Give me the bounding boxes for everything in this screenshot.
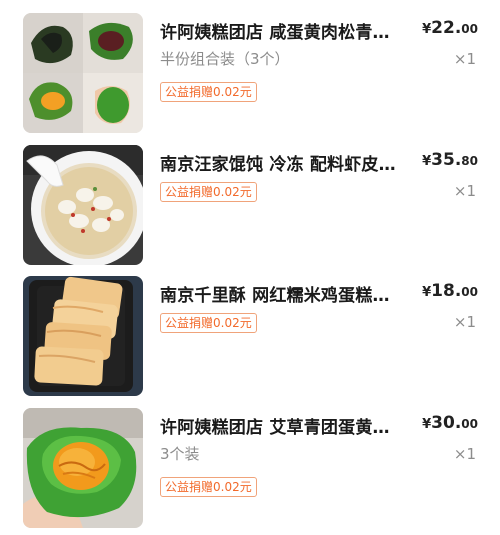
wonton-soup-photo-icon[interactable] — [23, 145, 143, 265]
item-spec: 3个装 — [160, 445, 200, 463]
order-item-list: 许阿姨糕团店 咸蛋黄肉松青团网红... 半份组合装（3个） 公益捐赠0.02元 … — [0, 0, 500, 535]
item-spec: 半份组合装（3个） — [160, 50, 290, 68]
qingtuan-yolk-photo-icon[interactable] — [23, 408, 143, 528]
currency-symbol: ¥ — [422, 154, 432, 169]
item-quantity: ×1 — [453, 50, 476, 68]
price-decimal: 00 — [461, 417, 478, 431]
price-decimal: 00 — [461, 22, 478, 36]
price-decimal: 00 — [461, 285, 478, 299]
order-item[interactable]: 许阿姨糕团店 艾草青团蛋黄肉松... 3个装 公益捐赠0.02元 ¥30.00 … — [0, 405, 500, 535]
item-title[interactable]: 南京千里酥 网红糯米鸡蛋糕早餐... — [160, 281, 400, 306]
charity-badge: 公益捐赠0.02元 — [160, 182, 257, 202]
item-quantity: ×1 — [453, 182, 476, 200]
price-integer: 18. — [431, 281, 462, 301]
price-integer: 30. — [431, 413, 462, 433]
currency-symbol: ¥ — [422, 285, 432, 300]
item-title[interactable]: 许阿姨糕团店 艾草青团蛋黄肉松... — [160, 413, 400, 438]
price-integer: 35. — [431, 150, 462, 170]
item-price: ¥30.00 — [422, 413, 478, 433]
currency-symbol: ¥ — [422, 417, 432, 432]
item-quantity: ×1 — [453, 313, 476, 331]
charity-badge: 公益捐赠0.02元 — [160, 82, 257, 102]
charity-badge: 公益捐赠0.02元 — [160, 477, 257, 497]
item-title[interactable]: 南京汪家馄饨 冷冻 配料虾皮紫菜... — [160, 150, 400, 175]
price-integer: 22. — [431, 18, 462, 38]
charity-badge: 公益捐赠0.02元 — [160, 313, 257, 333]
item-quantity: ×1 — [453, 445, 476, 463]
currency-symbol: ¥ — [422, 22, 432, 37]
item-price: ¥18.00 — [422, 281, 478, 301]
item-title[interactable]: 许阿姨糕团店 咸蛋黄肉松青团网红... — [160, 18, 400, 43]
order-item[interactable]: 南京千里酥 网红糯米鸡蛋糕早餐... 公益捐赠0.02元 ¥18.00 ×1 — [0, 273, 500, 404]
order-item[interactable]: 许阿姨糕团店 咸蛋黄肉松青团网红... 半份组合装（3个） 公益捐赠0.02元 … — [0, 10, 500, 141]
order-item[interactable]: 南京汪家馄饨 冷冻 配料虾皮紫菜... 公益捐赠0.02元 ¥35.80 ×1 — [0, 142, 500, 273]
item-price: ¥22.00 — [422, 18, 478, 38]
qingtuan-photo-icon[interactable] — [23, 13, 143, 133]
item-price: ¥35.80 — [422, 150, 478, 170]
price-decimal: 80 — [461, 154, 478, 168]
rice-cake-photo-icon[interactable] — [23, 276, 143, 396]
